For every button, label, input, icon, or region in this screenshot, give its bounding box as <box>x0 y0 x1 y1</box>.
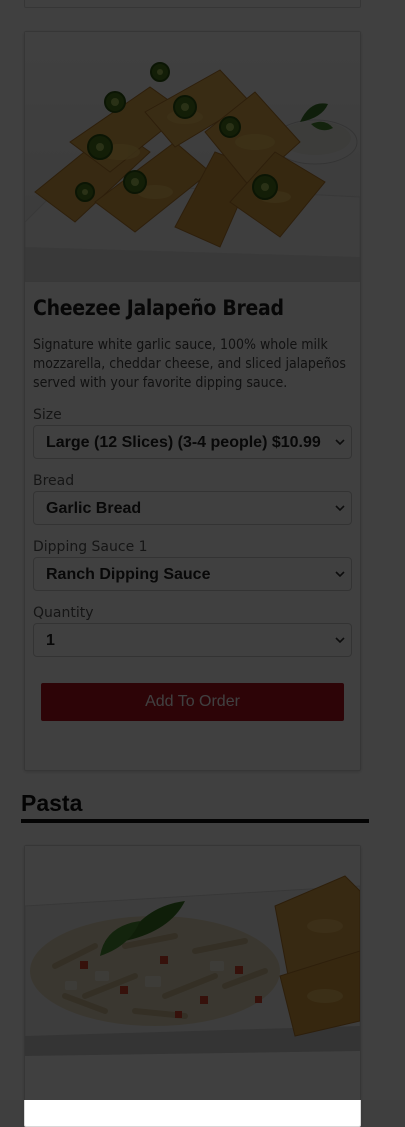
menu-item-card: Cheezee Jalapeño Bread Signature white g… <box>24 31 361 771</box>
size-select-value: Large (12 Slices) (3-4 people) $10.99 <box>46 434 321 451</box>
bread-select-value: Garlic Bread <box>46 500 142 517</box>
dipping-sauce-label: Dipping Sauce 1 <box>33 539 148 555</box>
section-divider <box>21 819 369 823</box>
previous-menu-card <box>24 0 361 8</box>
quantity-field: Quantity 1 <box>33 604 352 657</box>
menu-page: Cheezee Jalapeño Bread Signature white g… <box>0 0 405 1127</box>
pasta-dish-image <box>25 846 360 1056</box>
quantity-label: Quantity <box>33 605 94 621</box>
size-select[interactable]: Large (12 Slices) (3-4 people) $10.99 <box>33 425 352 459</box>
dipping-sauce-field: Dipping Sauce 1 Ranch Dipping Sauce <box>33 538 352 591</box>
cheezee-jalapeno-bread-image <box>25 32 360 282</box>
size-field: Size Large (12 Slices) (3-4 people) $10.… <box>33 406 352 459</box>
menu-item-title: Cheezee Jalapeño Bread <box>33 296 284 320</box>
section-title-pasta: Pasta <box>21 790 83 816</box>
add-to-order-button[interactable]: Add To Order <box>41 683 344 721</box>
bread-select[interactable]: Garlic Bread <box>33 491 352 525</box>
pasta-item-card <box>24 845 361 1127</box>
dipping-sauce-select-value: Ranch Dipping Sauce <box>46 566 211 583</box>
chevron-down-icon <box>335 439 345 446</box>
bread-label: Bread <box>33 473 75 489</box>
chevron-down-icon <box>335 571 345 578</box>
size-label: Size <box>33 407 62 423</box>
dipping-sauce-select[interactable]: Ranch Dipping Sauce <box>33 557 352 591</box>
quantity-select[interactable]: 1 <box>33 623 352 657</box>
bread-field: Bread Garlic Bread <box>33 472 352 525</box>
chevron-down-icon <box>335 505 345 512</box>
chevron-down-icon <box>335 637 345 644</box>
menu-item-description: Signature white garlic sauce, 100% whole… <box>33 337 346 391</box>
quantity-select-value: 1 <box>46 632 55 649</box>
